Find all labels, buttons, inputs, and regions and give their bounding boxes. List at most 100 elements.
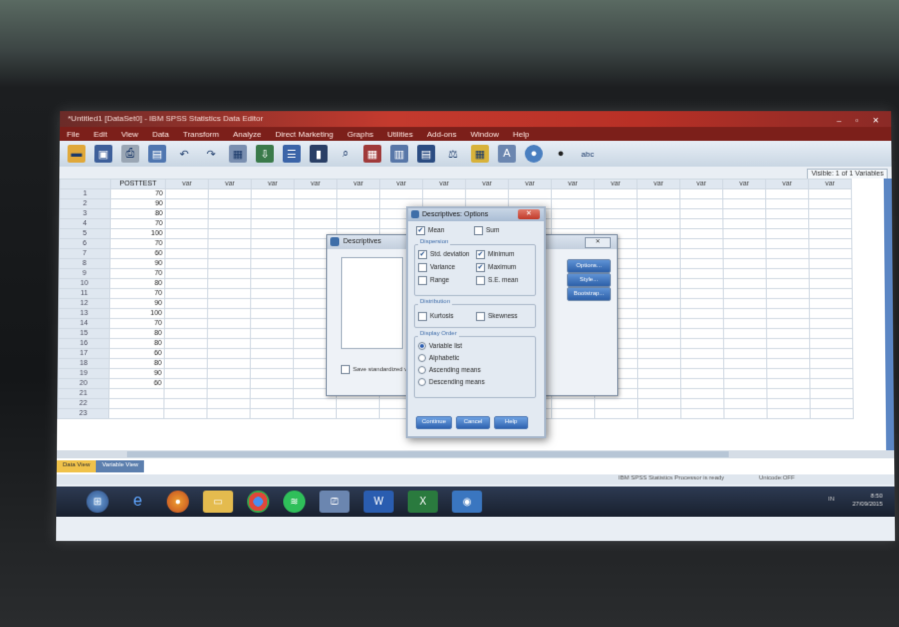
empty-cell[interactable] <box>766 229 809 239</box>
empty-cell[interactable] <box>165 269 208 279</box>
empty-cell[interactable] <box>637 239 680 249</box>
empty-cell[interactable] <box>810 338 853 348</box>
empty-cell[interactable] <box>207 399 250 409</box>
weight-cases-icon[interactable]: ⚖ <box>444 145 462 163</box>
row-number[interactable]: 15 <box>58 328 109 338</box>
empty-cell[interactable] <box>208 279 251 289</box>
empty-cell[interactable] <box>809 209 852 219</box>
empty-cell[interactable] <box>294 199 337 209</box>
row-number[interactable]: 19 <box>58 369 109 379</box>
empty-cell[interactable] <box>208 199 251 209</box>
posttest-cell[interactable] <box>109 399 164 409</box>
empty-cell[interactable] <box>681 389 724 399</box>
empty-cell[interactable] <box>680 279 723 289</box>
empty-cell[interactable] <box>250 409 293 419</box>
empty-cell[interactable] <box>766 319 809 329</box>
column-header[interactable]: var <box>594 179 637 189</box>
spotify-icon[interactable]: ≋ <box>283 491 305 513</box>
empty-cell[interactable] <box>767 379 810 389</box>
empty-cell[interactable] <box>250 379 293 389</box>
empty-cell[interactable] <box>293 399 336 409</box>
empty-cell[interactable] <box>766 249 809 259</box>
empty-cell[interactable] <box>766 299 809 309</box>
empty-cell[interactable] <box>637 249 680 259</box>
row-number[interactable]: 8 <box>59 259 110 269</box>
posttest-cell[interactable]: 80 <box>109 328 164 338</box>
empty-cell[interactable] <box>680 199 723 209</box>
std-option[interactable]: Std. deviation <box>418 250 469 259</box>
empty-cell[interactable] <box>207 359 250 369</box>
empty-cell[interactable] <box>766 309 809 319</box>
empty-cell[interactable] <box>766 239 809 249</box>
options-button[interactable]: Options... <box>567 259 611 273</box>
empty-cell[interactable] <box>809 319 852 329</box>
posttest-cell[interactable]: 80 <box>110 209 165 219</box>
empty-cell[interactable] <box>724 349 767 359</box>
empty-cell[interactable] <box>723 289 766 299</box>
empty-cell[interactable] <box>810 389 853 399</box>
empty-cell[interactable] <box>723 209 766 219</box>
empty-cell[interactable] <box>723 249 766 259</box>
save-standardized-checkbox[interactable] <box>341 365 350 374</box>
posttest-cell[interactable]: 90 <box>110 199 165 209</box>
empty-cell[interactable] <box>681 369 724 379</box>
row-number[interactable]: 4 <box>59 219 110 229</box>
empty-cell[interactable] <box>766 259 809 269</box>
word-icon[interactable]: W <box>364 491 394 513</box>
empty-cell[interactable] <box>251 189 294 199</box>
empty-cell[interactable] <box>165 309 208 319</box>
help-button[interactable]: Help <box>494 416 528 429</box>
alphabetic-radio[interactable] <box>418 354 426 362</box>
empty-cell[interactable] <box>680 209 723 219</box>
empty-cell[interactable] <box>251 259 294 269</box>
empty-cell[interactable] <box>809 189 852 199</box>
row-number[interactable]: 23 <box>58 409 109 419</box>
empty-cell[interactable] <box>723 219 766 229</box>
se-mean-checkbox[interactable] <box>476 276 485 285</box>
empty-cell[interactable] <box>637 299 680 309</box>
empty-cell[interactable] <box>164 379 207 389</box>
empty-cell[interactable] <box>208 299 251 309</box>
row-number[interactable]: 2 <box>60 199 111 209</box>
empty-cell[interactable] <box>637 229 680 239</box>
empty-cell[interactable] <box>809 219 852 229</box>
posttest-cell[interactable]: 80 <box>110 279 165 289</box>
empty-cell[interactable] <box>638 338 681 348</box>
empty-cell[interactable] <box>165 189 208 199</box>
empty-cell[interactable] <box>251 219 294 229</box>
empty-cell[interactable] <box>251 239 294 249</box>
redo-icon[interactable]: ↷ <box>202 145 220 163</box>
row-number[interactable]: 17 <box>58 349 109 359</box>
goto-variable-icon[interactable]: ⇩ <box>256 145 274 163</box>
menu-edit[interactable]: Edit <box>86 129 114 138</box>
empty-cell[interactable] <box>638 399 681 409</box>
show-all-icon[interactable]: ● <box>552 145 570 163</box>
posttest-cell[interactable]: 70 <box>111 189 166 199</box>
empty-cell[interactable] <box>766 279 809 289</box>
minimum-checkbox[interactable] <box>476 250 485 259</box>
empty-cell[interactable] <box>767 328 810 338</box>
empty-cell[interactable] <box>810 369 853 379</box>
posttest-cell[interactable]: 80 <box>109 338 164 348</box>
empty-cell[interactable] <box>251 209 294 219</box>
empty-cell[interactable] <box>164 359 207 369</box>
empty-cell[interactable] <box>208 229 251 239</box>
empty-cell[interactable] <box>466 189 509 199</box>
empty-cell[interactable] <box>724 409 767 419</box>
menu-data[interactable]: Data <box>145 129 176 138</box>
style-button[interactable]: Style... <box>567 273 611 287</box>
empty-cell[interactable] <box>164 328 207 338</box>
empty-cell[interactable] <box>767 338 810 348</box>
empty-cell[interactable] <box>208 239 251 249</box>
empty-cell[interactable] <box>681 328 724 338</box>
empty-cell[interactable] <box>336 399 379 409</box>
empty-cell[interactable] <box>637 209 680 219</box>
empty-cell[interactable] <box>724 359 767 369</box>
skewness-option[interactable]: Skewness <box>476 312 518 321</box>
empty-cell[interactable] <box>723 309 766 319</box>
empty-cell[interactable] <box>767 409 810 419</box>
minimum-option[interactable]: Minimum <box>476 250 514 259</box>
print-icon[interactable]: ⎙ <box>121 145 139 163</box>
empty-cell[interactable] <box>724 369 767 379</box>
empty-cell[interactable] <box>337 209 380 219</box>
